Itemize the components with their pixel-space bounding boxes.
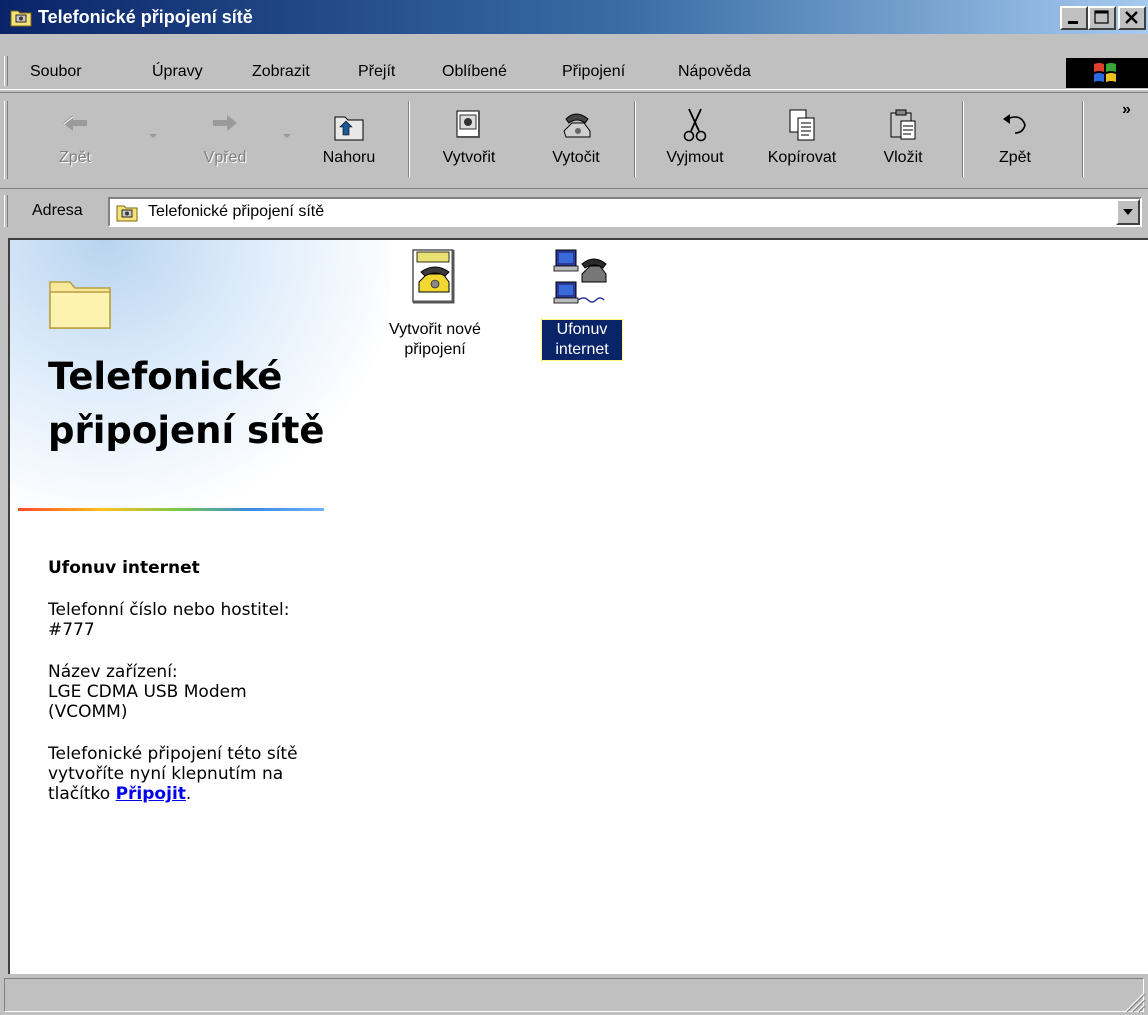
undo-label: Zpět bbox=[998, 149, 1031, 166]
up-folder-icon bbox=[329, 105, 369, 145]
connect-link[interactable]: Připojit bbox=[116, 784, 186, 804]
windows-flag-icon bbox=[1094, 63, 1116, 82]
forward-dropdown-icon[interactable] bbox=[282, 133, 292, 139]
menu-napoveda[interactable]: Nápověda bbox=[676, 60, 753, 84]
up-label: Nahoru bbox=[322, 149, 376, 166]
copy-button[interactable]: Kopírovat bbox=[750, 101, 854, 181]
create-label: Vytvořit bbox=[442, 149, 496, 166]
toolbar-separator bbox=[634, 101, 636, 177]
maximize-button[interactable] bbox=[1088, 6, 1116, 30]
menu-soubor[interactable]: Soubor bbox=[28, 60, 84, 84]
toolbar-separator bbox=[962, 101, 964, 177]
folder-view[interactable]: Telefonické připojení sítě Ufonuv intern… bbox=[8, 238, 1148, 974]
copy-label: Kopírovat bbox=[767, 149, 837, 166]
forward-label: Vpřed bbox=[203, 149, 247, 166]
menu-prejit[interactable]: Přejít bbox=[356, 60, 397, 84]
ufonuv-internet-item[interactable]: Ufonuv internet bbox=[532, 248, 632, 378]
paste-label: Vložit bbox=[883, 149, 923, 166]
address-label: Adresa bbox=[32, 202, 83, 219]
dialup-connection-icon bbox=[552, 248, 612, 310]
menu-zobrazit[interactable]: Zobrazit bbox=[250, 60, 312, 84]
folder-icon bbox=[49, 281, 111, 329]
copy-icon bbox=[782, 105, 822, 145]
toolbar-separator bbox=[1082, 101, 1084, 177]
dialup-folder-icon bbox=[10, 7, 32, 27]
make-new-connection-label: Vytvořit nové připojení bbox=[360, 320, 510, 360]
menu-bar: Soubor Úpravy Zobrazit Přejít Oblíbené P… bbox=[0, 38, 1148, 90]
addressbar-grip[interactable] bbox=[4, 195, 8, 227]
selected-item-name: Ufonuv internet bbox=[48, 558, 200, 578]
ufonuv-internet-text: Ufonuv internet bbox=[541, 319, 623, 361]
status-bar bbox=[0, 974, 1148, 1015]
up-button[interactable]: Nahoru bbox=[306, 101, 392, 181]
ufonuv-internet-label: Ufonuv internet bbox=[532, 319, 632, 361]
device-value: LGE CDMA USB Modem (VCOMM) bbox=[48, 682, 247, 722]
menubar-grip[interactable] bbox=[4, 56, 8, 86]
dialup-folder-icon bbox=[116, 202, 138, 222]
close-button[interactable] bbox=[1118, 6, 1146, 30]
toolbar-grip[interactable] bbox=[4, 101, 8, 179]
address-bar: Adresa Telefonické připojení sítě bbox=[0, 188, 1148, 232]
make-new-connection-item[interactable]: Vytvořit nové připojení bbox=[360, 248, 510, 368]
scissors-icon bbox=[675, 105, 715, 145]
address-field[interactable]: Telefonické připojení sítě bbox=[108, 197, 1142, 227]
paste-icon bbox=[883, 105, 923, 145]
title-bar[interactable]: Telefonické připojení sítě bbox=[0, 0, 1148, 34]
menu-oblibene[interactable]: Oblíbené bbox=[440, 60, 509, 84]
window-title: Telefonické připojení sítě bbox=[38, 7, 253, 27]
menu-upravy[interactable]: Úpravy bbox=[150, 60, 205, 84]
forward-button[interactable]: Vpřed bbox=[184, 101, 266, 181]
standard-toolbar: Zpět Vpřed Nahoru Vytvořit Vytočit Vyjmo… bbox=[0, 92, 1148, 186]
forward-arrow-icon bbox=[205, 105, 245, 145]
phone-info: Telefonní číslo nebo hostitel: #777 bbox=[48, 600, 318, 640]
minimize-button[interactable] bbox=[1060, 6, 1088, 30]
back-arrow-icon bbox=[55, 105, 95, 145]
undo-icon bbox=[995, 105, 1035, 145]
toolbar-separator bbox=[408, 101, 410, 177]
make-new-connection-icon bbox=[405, 248, 465, 310]
back-button[interactable]: Zpět bbox=[40, 101, 110, 181]
make-new-connection-text: Vytvořit nové připojení bbox=[389, 321, 481, 358]
toolbar-more-chevron[interactable]: » bbox=[1122, 101, 1131, 119]
rainbow-divider bbox=[18, 508, 324, 511]
undo-button[interactable]: Zpět bbox=[980, 101, 1050, 181]
details-panel: Ufonuv internet Telefonní číslo nebo hos… bbox=[48, 558, 318, 826]
cut-label: Vyjmout bbox=[666, 149, 724, 166]
create-button[interactable]: Vytvořit bbox=[424, 101, 514, 181]
windows-logo bbox=[1066, 58, 1148, 88]
back-label: Zpět bbox=[58, 149, 91, 166]
menu-pripojeni[interactable]: Připojení bbox=[560, 60, 627, 84]
hint-end: . bbox=[185, 784, 192, 804]
dial-button[interactable]: Vytočit bbox=[536, 101, 616, 181]
address-dropdown-button[interactable] bbox=[1116, 199, 1140, 225]
dial-label: Vytočit bbox=[552, 149, 600, 166]
device-info: Název zařízení: LGE CDMA USB Modem (VCOM… bbox=[48, 662, 318, 722]
chevron-down-icon bbox=[1123, 209, 1133, 215]
phone-label: Telefonní číslo nebo hostitel: bbox=[48, 600, 290, 620]
device-label: Název zařízení: bbox=[48, 662, 178, 682]
telephone-icon bbox=[556, 105, 596, 145]
create-connection-icon bbox=[449, 105, 489, 145]
resize-grip-icon[interactable] bbox=[1122, 989, 1146, 1013]
phone-value: #777 bbox=[48, 620, 95, 640]
connect-hint: Telefonické připojení této sítě vytvořít… bbox=[48, 744, 318, 804]
cut-button[interactable]: Vyjmout bbox=[652, 101, 738, 181]
panel-title: Telefonické připojení sítě bbox=[48, 355, 325, 452]
status-field bbox=[4, 978, 1144, 1012]
paste-button[interactable]: Vložit bbox=[866, 101, 940, 181]
address-value: Telefonické připojení sítě bbox=[148, 203, 325, 220]
back-dropdown-icon[interactable] bbox=[148, 133, 158, 139]
